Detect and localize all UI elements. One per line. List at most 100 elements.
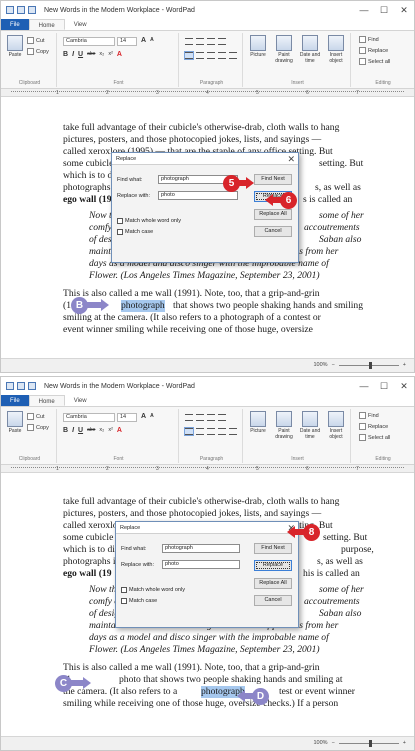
insert-object-button[interactable]: Insert object (324, 35, 348, 64)
find-button[interactable]: Find (359, 412, 379, 419)
undo-icon[interactable] (17, 382, 25, 390)
text-color-button[interactable]: A (117, 427, 122, 434)
replace-with-input[interactable]: photo (158, 191, 238, 200)
cut-button[interactable]: Cut (27, 37, 45, 44)
subscript-button[interactable]: x₂ (99, 51, 104, 58)
tab-home[interactable]: Home (28, 19, 65, 30)
bullets-icon[interactable] (207, 414, 215, 421)
cancel-button[interactable]: Cancel (254, 226, 292, 237)
justify-icon[interactable] (218, 52, 226, 59)
line-spacing-icon[interactable] (218, 38, 226, 45)
underline-button[interactable]: U (78, 51, 83, 58)
paragraph-settings-icon[interactable] (229, 428, 237, 435)
justify-icon[interactable] (218, 428, 226, 435)
replace-button[interactable]: Replace (359, 423, 388, 430)
text-color-button[interactable]: A (117, 51, 122, 58)
maximize-button[interactable]: ☐ (374, 377, 394, 395)
paint-drawing-button[interactable]: Paint drawing (272, 35, 296, 64)
save-icon[interactable] (6, 6, 14, 14)
save-icon[interactable] (6, 382, 14, 390)
superscript-button[interactable]: x² (108, 51, 113, 58)
align-right-icon[interactable] (207, 52, 215, 59)
superscript-button[interactable]: x² (108, 427, 113, 434)
replace-all-button[interactable]: Replace All (254, 209, 292, 220)
find-next-button[interactable]: Find Next (254, 543, 292, 554)
date-time-button[interactable]: Date and time (298, 411, 322, 440)
replace-button[interactable]: Replace (359, 47, 388, 54)
grow-font-button[interactable]: A (141, 413, 146, 420)
italic-button[interactable]: I (72, 51, 74, 58)
undo-icon[interactable] (17, 6, 25, 14)
bullets-icon[interactable] (207, 38, 215, 45)
font-size-select[interactable]: 14 (117, 37, 137, 46)
minimize-button[interactable]: — (354, 377, 374, 395)
find-next-button[interactable]: Find Next (254, 174, 292, 185)
italic-button[interactable]: I (72, 427, 74, 434)
maximize-button[interactable]: ☐ (374, 1, 394, 19)
redo-icon[interactable] (28, 382, 36, 390)
replace-button[interactable]: Replace (254, 560, 292, 571)
picture-button[interactable]: Picture (246, 411, 270, 434)
date-time-button[interactable]: Date and time (298, 35, 322, 64)
align-right-icon[interactable] (207, 428, 215, 435)
insert-object-button[interactable]: Insert object (324, 411, 348, 440)
paste-button[interactable]: Paste (3, 411, 27, 434)
zoom-slider[interactable] (338, 361, 399, 369)
bold-button[interactable]: B (63, 427, 68, 434)
increase-indent-icon[interactable] (196, 414, 204, 421)
font-size-select[interactable]: 14 (117, 413, 137, 422)
subscript-button[interactable]: x₂ (99, 427, 104, 434)
copy-button[interactable]: Copy (27, 48, 49, 55)
zoom-in-button[interactable]: + (403, 740, 406, 746)
find-button[interactable]: Find (359, 36, 379, 43)
tab-file[interactable]: File (1, 395, 29, 406)
replace-all-button[interactable]: Replace All (254, 578, 292, 589)
align-center-icon[interactable] (196, 428, 204, 435)
select-all-button[interactable]: Select all (359, 434, 390, 441)
minimize-button[interactable]: — (354, 1, 374, 19)
font-family-select[interactable]: Cambria (63, 37, 115, 46)
strikethrough-button[interactable]: abe (87, 427, 95, 434)
replace-with-input[interactable]: photo (162, 560, 240, 569)
match-case-checkbox[interactable]: Match case (117, 229, 153, 235)
bold-button[interactable]: B (63, 51, 68, 58)
paragraph-settings-icon[interactable] (229, 52, 237, 59)
zoom-out-button[interactable]: − (332, 740, 335, 746)
picture-button[interactable]: Picture (246, 35, 270, 58)
match-whole-word-checkbox[interactable]: Match whole word only (121, 587, 185, 593)
find-what-input[interactable]: photograph (162, 544, 240, 553)
tab-view[interactable]: View (65, 19, 96, 30)
font-family-select[interactable]: Cambria (63, 413, 115, 422)
zoom-in-button[interactable]: + (403, 362, 406, 368)
align-center-icon[interactable] (196, 52, 204, 59)
strikethrough-button[interactable]: abe (87, 51, 95, 58)
match-case-checkbox[interactable]: Match case (121, 598, 157, 604)
zoom-slider[interactable] (338, 739, 399, 747)
close-button[interactable]: ✕ (394, 1, 414, 19)
increase-indent-icon[interactable] (196, 38, 204, 45)
selected-text[interactable]: photograph (121, 300, 165, 313)
align-left-icon[interactable] (184, 51, 194, 60)
cut-button[interactable]: Cut (27, 413, 45, 420)
match-whole-word-checkbox[interactable]: Match whole word only (117, 218, 181, 224)
grow-font-button[interactable]: A (141, 37, 146, 44)
redo-icon[interactable] (28, 6, 36, 14)
shrink-font-button[interactable]: A (150, 37, 154, 44)
decrease-indent-icon[interactable] (185, 38, 193, 45)
zoom-out-button[interactable]: − (332, 362, 335, 368)
shrink-font-button[interactable]: A (150, 413, 154, 420)
paste-button[interactable]: Paste (3, 35, 27, 58)
line-spacing-icon[interactable] (218, 414, 226, 421)
dialog-close-icon[interactable]: ✕ (287, 154, 295, 165)
paint-drawing-button[interactable]: Paint drawing (272, 411, 296, 440)
align-left-icon[interactable] (184, 427, 194, 436)
select-all-button[interactable]: Select all (359, 58, 390, 65)
copy-button[interactable]: Copy (27, 424, 49, 431)
decrease-indent-icon[interactable] (185, 414, 193, 421)
tab-home[interactable]: Home (28, 395, 65, 406)
close-button[interactable]: ✕ (394, 377, 414, 395)
tab-view[interactable]: View (65, 395, 96, 406)
cancel-button[interactable]: Cancel (254, 595, 292, 606)
underline-button[interactable]: U (78, 427, 83, 434)
tab-file[interactable]: File (1, 19, 29, 30)
